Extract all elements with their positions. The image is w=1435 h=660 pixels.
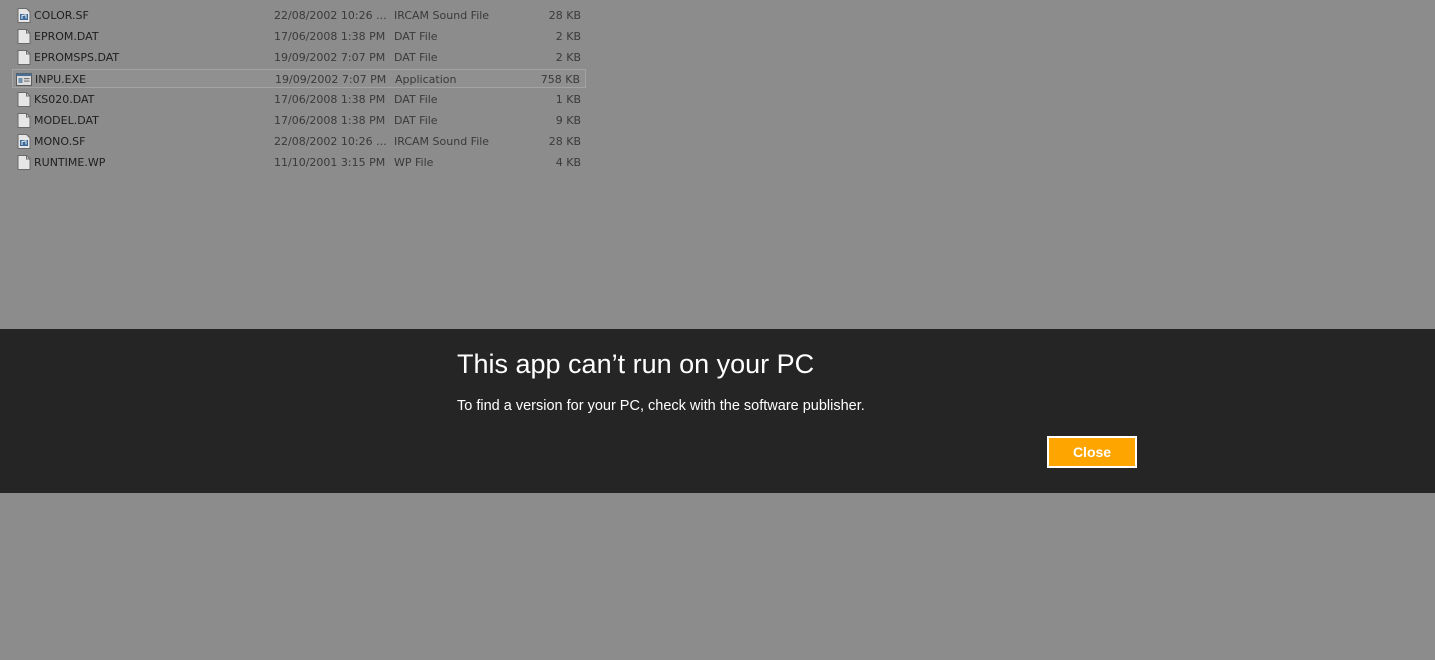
- file-size: 28 KB: [548, 135, 581, 148]
- file-name: EPROM.DAT: [34, 30, 99, 43]
- file-date: 19/09/2002 7:07 PM: [275, 73, 387, 86]
- file-date: 17/06/2008 1:38 PM: [274, 30, 386, 43]
- file-row[interactable]: MODEL.DAT 17/06/2008 1:38 PM DAT File 9 …: [12, 111, 586, 130]
- file-size: 1 KB: [555, 93, 581, 106]
- file-date: 11/10/2001 3:15 PM: [274, 156, 386, 169]
- file-row[interactable]: KS020.DAT 17/06/2008 1:38 PM DAT File 1 …: [12, 90, 586, 109]
- file-row[interactable]: RUNTIME.WP 11/10/2001 3:15 PM WP File 4 …: [12, 153, 586, 172]
- file-size: 4 KB: [555, 156, 581, 169]
- file-name: COLOR.SF: [34, 9, 89, 22]
- file-size: 758 KB: [540, 73, 580, 86]
- file-name: RUNTIME.WP: [34, 156, 106, 169]
- file-type: IRCAM Sound File: [394, 9, 490, 22]
- dialog-title: This app can’t run on your PC: [457, 349, 815, 379]
- file-type: IRCAM Sound File: [394, 135, 490, 148]
- sound-file-icon: [17, 8, 31, 23]
- file-type: DAT File: [394, 51, 438, 64]
- dialog-message: To find a version for your PC, check wit…: [457, 398, 865, 414]
- file-date: 22/08/2002 10:26 ...: [274, 135, 387, 148]
- file-name: MONO.SF: [34, 135, 86, 148]
- generic-file-icon: [17, 155, 31, 170]
- file-name: INPU.EXE: [35, 73, 87, 86]
- file-name: MODEL.DAT: [34, 114, 99, 127]
- file-type: DAT File: [394, 93, 438, 106]
- file-row[interactable]: EPROM.DAT 17/06/2008 1:38 PM DAT File 2 …: [12, 27, 586, 46]
- file-row-selected[interactable]: INPU.EXE 19/09/2002 7:07 PM Application …: [12, 69, 586, 88]
- close-button[interactable]: Close: [1047, 436, 1137, 468]
- file-name: EPROMSPS.DAT: [34, 51, 120, 64]
- file-date: 17/06/2008 1:38 PM: [274, 114, 386, 127]
- generic-file-icon: [17, 29, 31, 44]
- file-row[interactable]: EPROMSPS.DAT 19/09/2002 7:07 PM DAT File…: [12, 48, 586, 67]
- file-type: Application: [395, 73, 457, 86]
- generic-file-icon: [17, 92, 31, 107]
- file-row[interactable]: COLOR.SF 22/08/2002 10:26 ... IRCAM Soun…: [12, 6, 586, 25]
- file-size: 28 KB: [548, 9, 581, 22]
- file-list: COLOR.SF 22/08/2002 10:26 ... IRCAM Soun…: [12, 6, 586, 174]
- error-dialog: This app can’t run on your PC To find a …: [0, 329, 1435, 493]
- file-size: 2 KB: [555, 30, 581, 43]
- file-size: 9 KB: [555, 114, 581, 127]
- generic-file-icon: [17, 113, 31, 128]
- file-size: 2 KB: [555, 51, 581, 64]
- sound-file-icon: [17, 134, 31, 149]
- file-date: 17/06/2008 1:38 PM: [274, 93, 386, 106]
- file-type: DAT File: [394, 30, 438, 43]
- file-name: KS020.DAT: [34, 93, 95, 106]
- generic-file-icon: [17, 50, 31, 65]
- file-type: WP File: [394, 156, 434, 169]
- file-date: 19/09/2002 7:07 PM: [274, 51, 386, 64]
- file-date: 22/08/2002 10:26 ...: [274, 9, 387, 22]
- file-type: DAT File: [394, 114, 438, 127]
- file-row[interactable]: MONO.SF 22/08/2002 10:26 ... IRCAM Sound…: [12, 132, 586, 151]
- application-icon: [16, 73, 32, 86]
